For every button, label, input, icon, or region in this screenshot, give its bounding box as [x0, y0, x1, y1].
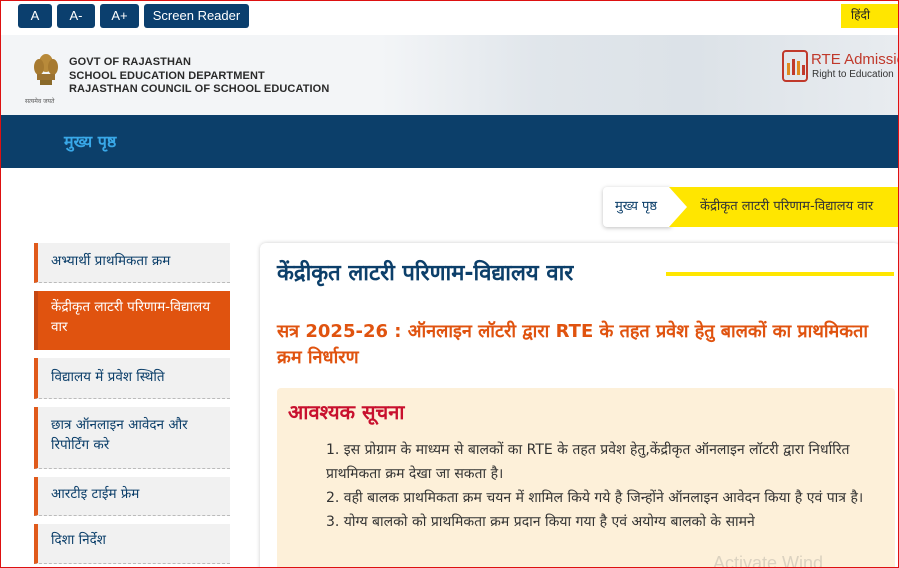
rte-admission-subtitle: Right to Education — [812, 69, 894, 80]
sidebar-item-rte-timeframe[interactable]: आरटीइ टाईम फ्रेम — [34, 477, 230, 516]
notice-point: 2. वही बालक प्राथमिकता क्रम चयन में शामि… — [326, 490, 864, 506]
rte-logo-icon — [782, 50, 808, 82]
emblem-caption: सत्यमेव जयते — [25, 98, 55, 105]
language-toggle-button[interactable]: हिंदी — [841, 4, 898, 28]
notice-list: 1. इस प्रोग्राम के माध्यम से बालकों का R… — [326, 438, 874, 534]
page-title: केंद्रीकृत लाटरी परिणाम-विद्यालय वार — [277, 261, 574, 286]
rte-admission-title: RTE Admissio — [811, 51, 898, 68]
breadcrumb-separator — [669, 187, 687, 227]
notice-point: 1. इस प्रोग्राम के माध्यम से बालकों का R… — [326, 442, 850, 482]
sidebar-item-candidate-priority[interactable]: अभ्यार्थी प्राथमिकता क्रम — [34, 243, 230, 283]
header-line-govt: GOVT OF RAJASTHAN — [69, 56, 192, 68]
national-emblem-icon — [34, 54, 58, 85]
site-header: सत्यमेव जयते GOVT OF RAJASTHAN SCHOOL ED… — [1, 35, 898, 115]
activate-windows-watermark: Activate Wind — [713, 553, 824, 568]
notice-title: आवश्यक सूचना — [288, 400, 405, 424]
breadcrumb-current: केंद्रीकृत लाटरी परिणाम-विद्यालय वार — [669, 187, 898, 227]
main-navbar: मुख्य पृष्ठ — [1, 115, 898, 168]
breadcrumb-home-link[interactable]: मुख्य पृष्ठ — [603, 187, 671, 227]
nav-home-link[interactable]: मुख्य पृष्ठ — [64, 130, 116, 152]
browser-viewport: A A- A+ Screen Reader हिंदी सत्यमेव जयते… — [0, 0, 899, 568]
font-normal-button[interactable]: A — [18, 4, 52, 28]
sidebar-item-lottery-result[interactable]: केंद्रीकृत लाटरी परिणाम-विद्यालय वार — [34, 291, 230, 350]
important-notice-box: आवश्यक सूचना 1. इस प्रोग्राम के माध्यम स… — [277, 388, 895, 567]
main-content-card: केंद्रीकृत लाटरी परिणाम-विद्यालय वार सत्… — [260, 243, 898, 567]
sidebar-menu: अभ्यार्थी प्राथमिकता क्रम केंद्रीकृत लाट… — [34, 243, 230, 567]
session-subtitle: सत्र 2025-26 : ऑनलाइन लॉटरी द्वारा RTE क… — [277, 321, 869, 368]
department-name: GOVT OF RAJASTHAN SCHOOL EDUCATION DEPAR… — [69, 56, 329, 97]
sidebar-item-admission-status[interactable]: विद्यालय में प्रवेश स्थिति — [34, 358, 230, 399]
title-underline — [666, 272, 894, 276]
screen-reader-button[interactable]: Screen Reader — [144, 4, 249, 28]
font-increase-button[interactable]: A+ — [100, 4, 139, 28]
sidebar-item-guidelines[interactable]: दिशा निर्देश — [34, 524, 230, 564]
sidebar-item-student-application[interactable]: छात्र ऑनलाइन आवेदन और रिपोर्टिंग करे — [34, 407, 230, 469]
accessibility-bar: A A- A+ Screen Reader हिंदी — [1, 1, 898, 35]
header-line-council: RAJASTHAN COUNCIL OF SCHOOL EDUCATION — [69, 83, 330, 95]
font-decrease-button[interactable]: A- — [57, 4, 95, 28]
header-line-department: SCHOOL EDUCATION DEPARTMENT — [69, 69, 265, 82]
notice-point: 3. योग्य बालको को प्राथमिकता क्रम प्रदान… — [326, 514, 755, 530]
